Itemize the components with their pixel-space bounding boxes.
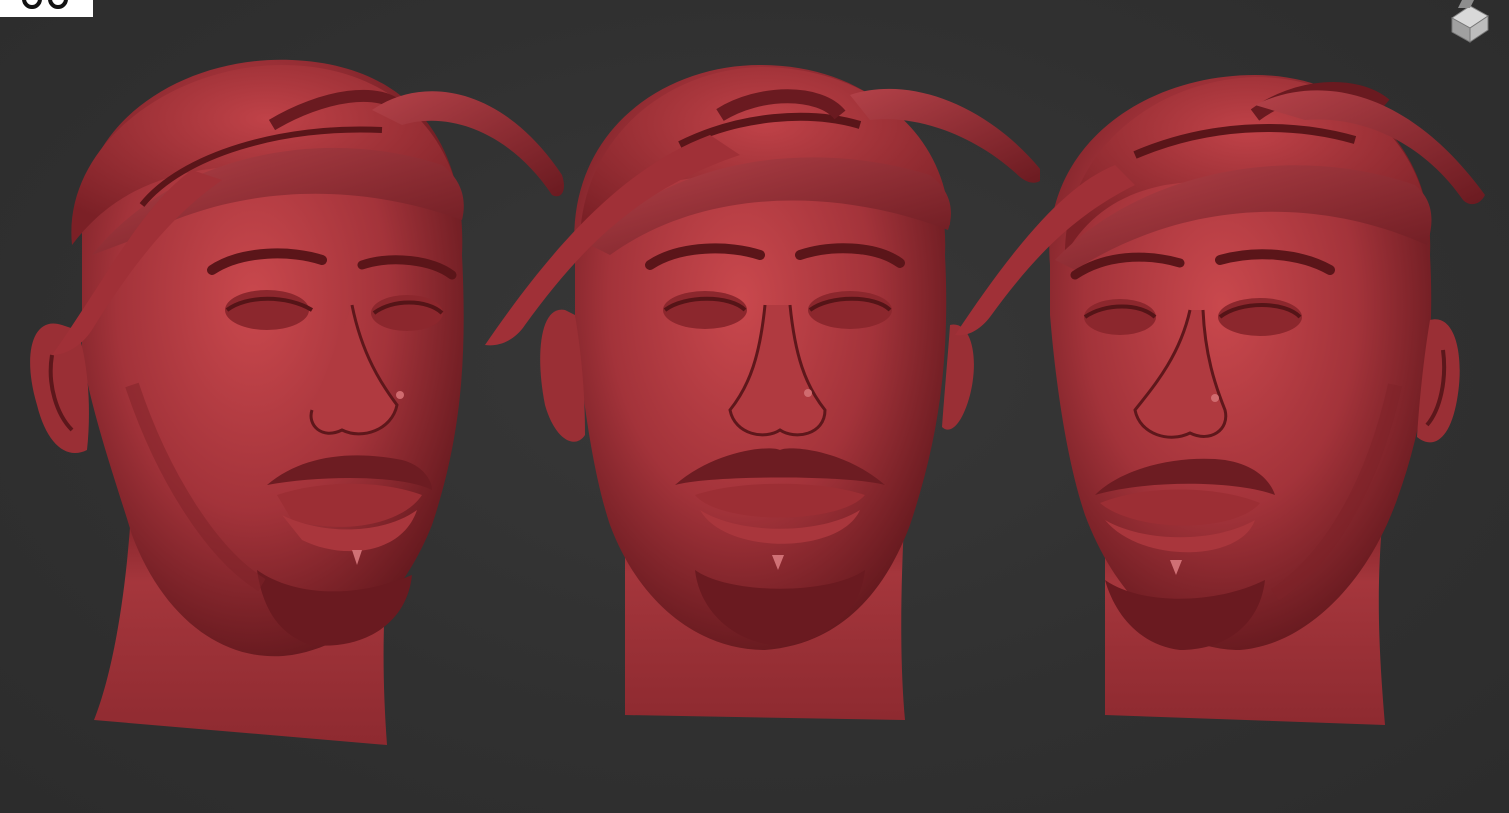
corner-label bbox=[0, 0, 93, 17]
cropped-logo-icon bbox=[22, 0, 68, 9]
3d-viewport[interactable] bbox=[0, 0, 1509, 813]
navigation-cube-icon[interactable] bbox=[1444, 0, 1496, 44]
sculpt-model-right[interactable] bbox=[955, 55, 1509, 755]
